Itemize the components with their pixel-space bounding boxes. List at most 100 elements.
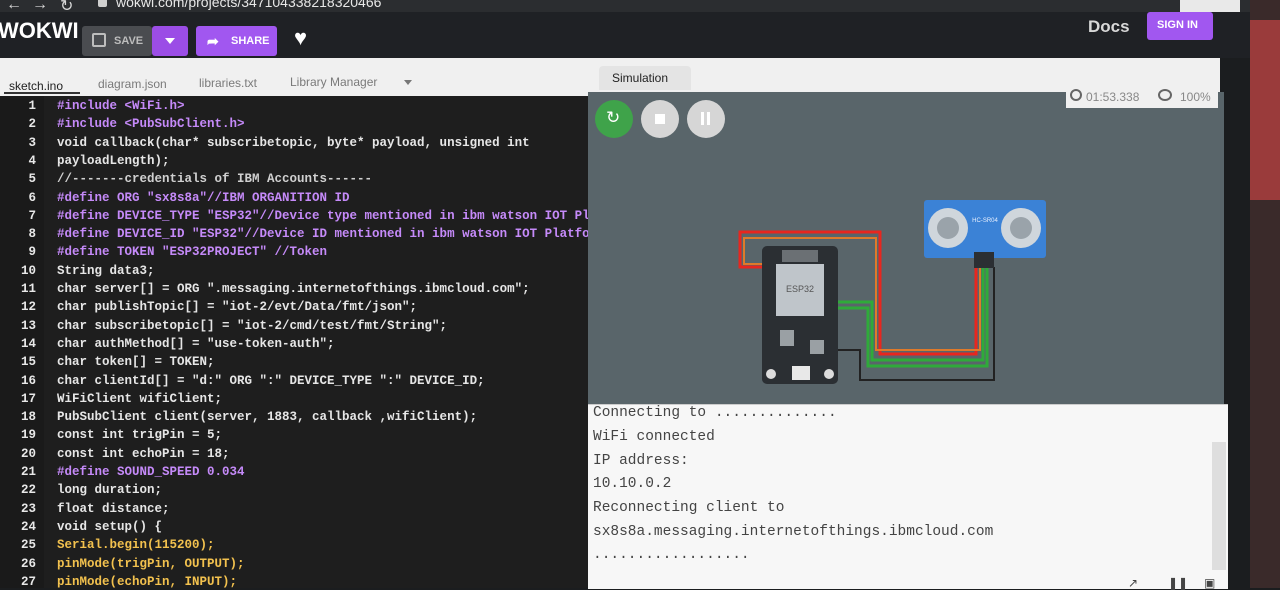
- serial-line: IP address:: [593, 453, 689, 469]
- simulation-timer: 01:53.338 100%: [1066, 86, 1218, 108]
- line-number: 8: [28, 227, 36, 242]
- wire-black: [834, 267, 995, 381]
- address-bar[interactable]: wokwi.com/projects/347104338218320466: [116, 0, 381, 10]
- code-text: float distance;: [57, 501, 170, 516]
- heart-icon[interactable]: ♥: [294, 25, 307, 51]
- speed-gauge-icon: [1158, 89, 1172, 101]
- code-line: 9 #define TOKEN "ESP32PROJECT" //Token: [0, 245, 588, 263]
- stop-simulation-button[interactable]: [641, 100, 679, 138]
- restart-simulation-button[interactable]: ↻: [595, 100, 633, 138]
- code-line: 3 void callback(char* subscribetopic, byt…: [0, 136, 588, 154]
- wokwi-logo[interactable]: WOKWI: [0, 18, 79, 44]
- active-tab-indicator: [4, 92, 80, 94]
- code-text: char publishTopic[] = "iot-2/evt/Data/fm…: [57, 300, 418, 315]
- code-text: char token[] = TOKEN;: [57, 355, 215, 370]
- code-line: 5 //-------credentials of IBM Accounts---…: [0, 172, 588, 190]
- code-line: 19 const int trigPin = 5;: [0, 428, 588, 446]
- docs-link[interactable]: Docs: [1088, 17, 1130, 37]
- code-text: #include <PubSubClient.h>: [57, 117, 245, 132]
- line-number: 7: [28, 208, 36, 223]
- code-text: long duration;: [57, 483, 163, 498]
- line-number: 12: [20, 300, 36, 315]
- circuit-diagram: ESP32 HC-SR04: [738, 200, 1046, 384]
- code-line: 14 char authMethod[] = "use-token-auth";: [0, 337, 588, 355]
- line-number: 13: [20, 318, 36, 333]
- code-text: char authMethod[] = "use-token-auth";: [57, 336, 335, 351]
- line-number: 3: [28, 135, 36, 150]
- code-line: 24 void setup() {: [0, 520, 588, 538]
- code-text: const int trigPin = 5;: [57, 428, 223, 443]
- restart-icon: ↻: [606, 108, 621, 127]
- code-line: 21 #define SOUND_SPEED 0.034: [0, 465, 588, 483]
- tab-sketch-ino[interactable]: sketch.ino: [9, 79, 63, 93]
- tab-simulation[interactable]: Simulation: [599, 66, 691, 90]
- code-line: 7 #define DEVICE_TYPE "ESP32"//Device typ…: [0, 209, 588, 227]
- line-number: 10: [20, 263, 36, 278]
- share-arrow-icon: ➦: [207, 33, 219, 49]
- code-line: 1 #include <WiFi.h>: [0, 99, 588, 117]
- clock-icon: [1070, 89, 1082, 101]
- sign-in-button[interactable]: SIGN IN: [1147, 12, 1213, 40]
- tabs-menu-chevron-icon[interactable]: [404, 80, 412, 85]
- code-line: 20 const int echoPin = 18;: [0, 447, 588, 465]
- device-bezel: [1250, 0, 1280, 588]
- code-line: 17 WiFiClient wifiClient;: [0, 392, 588, 410]
- simulation-canvas[interactable]: ESP32 HC-SR04: [588, 92, 1224, 404]
- serial-line: Reconnecting client to: [593, 500, 785, 516]
- tab-library-manager[interactable]: Library Manager: [290, 75, 377, 89]
- code-line: 15 char token[] = TOKEN;: [0, 355, 588, 373]
- code-text: Serial.begin(115200);: [57, 538, 215, 553]
- code-text: payloadLength);: [57, 153, 170, 168]
- simulation-tab-label: Simulation: [612, 71, 669, 85]
- code-text: #define SOUND_SPEED 0.034: [57, 465, 245, 479]
- line-number: 19: [20, 428, 36, 443]
- line-number: 23: [20, 501, 36, 516]
- save-button[interactable]: SAVE: [82, 26, 152, 56]
- code-line: 16 char clientId[] = "d:" ORG ":" DEVICE_…: [0, 374, 588, 392]
- code-text: pinMode(trigPin, OUTPUT);: [57, 556, 245, 571]
- code-text: char server[] = ORG ".messaging.internet…: [57, 282, 530, 296]
- code-text: #define DEVICE_ID "ESP32"//Device ID men…: [57, 227, 588, 242]
- line-number: 2: [28, 117, 36, 132]
- line-number: 15: [20, 355, 36, 370]
- serial-scrollbar[interactable]: [1212, 442, 1226, 570]
- ultrasonic-sensor: HC-SR04: [924, 200, 1046, 268]
- code-text: WiFiClient wifiClient;: [57, 391, 223, 406]
- line-number: 9: [28, 245, 36, 260]
- line-number: 21: [20, 465, 36, 479]
- line-number: 26: [20, 556, 36, 571]
- tab-diagram-json[interactable]: diagram.json: [98, 77, 167, 91]
- code-text: #define DEVICE_TYPE "ESP32"//Device type…: [57, 208, 588, 223]
- lock-icon: [98, 0, 107, 7]
- code-text: char subscribetopic[] = "iot-2/cmd/test/…: [57, 318, 448, 333]
- line-number: 16: [20, 373, 36, 388]
- pause-icon: [701, 112, 704, 125]
- code-line: 2 #include <PubSubClient.h>: [0, 117, 588, 135]
- line-number: 17: [20, 391, 36, 406]
- tab-libraries-txt[interactable]: libraries.txt: [199, 76, 257, 90]
- serial-line: ..................: [593, 547, 750, 563]
- serial-line: sx8s8a.messaging.internetofthings.ibmclo…: [593, 524, 994, 540]
- line-number: 5: [28, 172, 36, 187]
- line-number: 4: [28, 153, 36, 168]
- code-line: 26 pinMode(trigPin, OUTPUT);: [0, 557, 588, 575]
- code-text: #define TOKEN "ESP32PROJECT" //Token: [57, 245, 328, 260]
- line-number: 18: [20, 410, 36, 425]
- code-line: 22 long duration;: [0, 483, 588, 501]
- save-dropdown-button[interactable]: [152, 26, 188, 56]
- code-line: 4 payloadLength);: [0, 154, 588, 172]
- code-text: const int echoPin = 18;: [57, 446, 230, 461]
- code-line: 6 #define ORG "sx8s8a"//IBM ORGANITION ID: [0, 191, 588, 209]
- share-button[interactable]: ➦ SHARE: [196, 26, 277, 56]
- line-number: 27: [20, 574, 36, 588]
- line-number: 25: [20, 538, 36, 553]
- wire-green-2: [834, 267, 989, 368]
- code-line: 12 char publishTopic[] = "iot-2/evt/Data/…: [0, 300, 588, 318]
- code-editor[interactable]: 1 #include <WiFi.h> 2 #include <PubSubClien…: [0, 96, 588, 588]
- code-text: pinMode(echoPin, INPUT);: [57, 574, 238, 588]
- code-line: 10 String data3;: [0, 264, 588, 282]
- pause-simulation-button[interactable]: [687, 100, 725, 138]
- code-text: #include <WiFi.h>: [57, 99, 185, 113]
- code-text: #define ORG "sx8s8a"//IBM ORGANITION ID: [57, 190, 350, 205]
- line-number: 6: [28, 190, 36, 205]
